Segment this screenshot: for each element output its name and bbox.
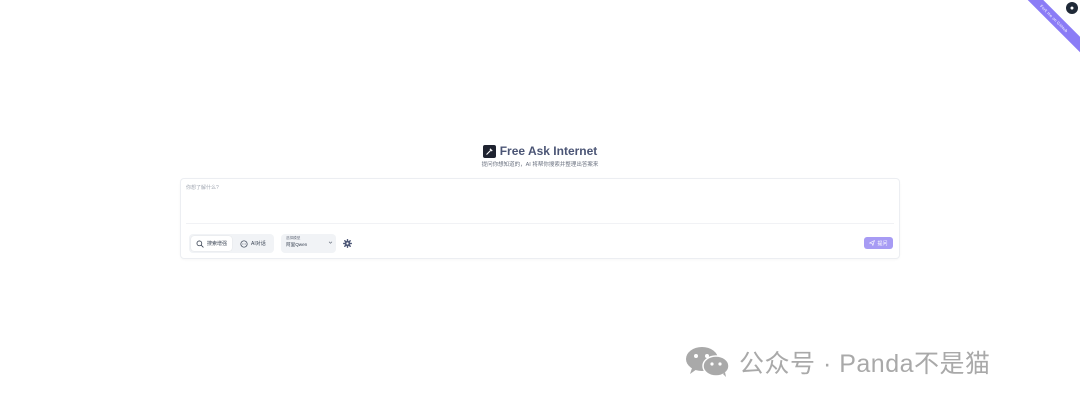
page-header: Free Ask Internet [0,144,1080,158]
question-input[interactable] [186,184,886,222]
settings-button[interactable] [342,238,352,248]
mode-search-label: 搜索增强 [207,241,228,247]
gear-icon [342,238,352,248]
chevron-down-icon [328,241,333,244]
app-title: Free Ask Internet [499,144,598,158]
chat-bubble-icon [240,239,248,248]
ask-card: 搜索增强 AI对话 选择模型 阿里Qwen [180,178,900,259]
divider [186,223,894,224]
app-subtitle: 提问你想知道的，AI 将帮你搜索并整理出答案来 [481,162,599,168]
send-icon [869,240,876,246]
watermark-text: 公众号 · Panda不是猫 [739,350,991,378]
search-icon [196,240,204,248]
model-select-value: 阿里Qwen [286,242,308,247]
mode-switch: 搜索增强 AI对话 [189,234,274,253]
watermark: 公众号 · Panda不是猫 [685,344,991,380]
github-icon: ● [1066,2,1078,14]
submit-label: 提问 [877,240,888,247]
mode-search-button[interactable]: 搜索增强 [191,236,233,251]
model-select[interactable]: 选择模型 阿里Qwen [281,234,336,253]
hammer-icon [482,144,496,158]
submit-button[interactable]: 提问 [864,237,893,249]
github-ribbon[interactable]: Fork me on GitHub ● [1024,0,1080,56]
mode-chat-button[interactable]: AI对话 [235,236,271,251]
mode-chat-label: AI对话 [251,241,266,247]
wechat-icon [686,347,730,377]
